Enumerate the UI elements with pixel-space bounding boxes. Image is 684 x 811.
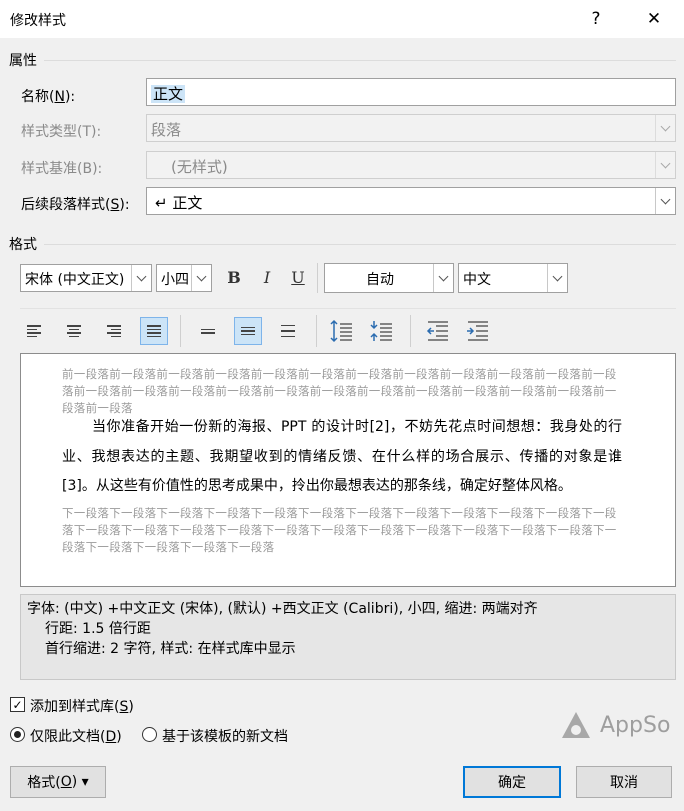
chevron-down-icon: [655, 152, 675, 178]
language-value: 中文: [463, 272, 491, 288]
description-line-font: 字体: (中文) +中文正文 (宋体), (默认) +西文正文 (Calibri…: [27, 601, 538, 617]
increase-indent-icon[interactable]: [464, 317, 492, 345]
appso-logo-text: AppSo: [600, 712, 671, 738]
toolbar-separator: [180, 315, 181, 347]
single-spacing-icon[interactable]: [194, 317, 222, 345]
toolbar-divider: [20, 308, 676, 309]
new-docs-from-template-radio[interactable]: [142, 727, 157, 742]
appso-logo: AppSo: [560, 710, 670, 740]
sample-paragraph-preview: 当你准备开始一份新的海报、PPT 的设计时[2]，不妨先花点时间想想：我身处的行…: [62, 419, 622, 494]
style-based-value: (无样式): [171, 158, 228, 176]
chevron-down-icon: [131, 265, 151, 291]
decrease-spacing-icon[interactable]: [368, 317, 396, 345]
following-style-value: ↵ 正文: [155, 194, 203, 212]
add-to-gallery-checkbox[interactable]: ✓: [10, 697, 25, 712]
following-style-label: 后续段落样式(S):: [21, 197, 130, 213]
style-type-dropdown: 段落: [146, 114, 676, 142]
decrease-indent-icon[interactable]: [424, 317, 452, 345]
appso-logo-icon: [562, 712, 590, 738]
new-docs-from-template-label[interactable]: 基于该模板的新文档: [162, 726, 288, 746]
chevron-down-icon: [433, 264, 453, 292]
checkmark-icon: ✓: [12, 697, 23, 712]
align-center-icon[interactable]: [60, 317, 88, 345]
style-type-value: 段落: [151, 121, 182, 139]
font-color-dropdown[interactable]: 自动: [324, 263, 454, 293]
properties-section-label: 属性: [9, 53, 37, 69]
format-menu-button[interactable]: 格式(O) ▾: [10, 766, 106, 798]
language-dropdown[interactable]: 中文: [458, 263, 568, 293]
one-half-spacing-icon[interactable]: [234, 317, 262, 345]
cancel-button[interactable]: 取消: [576, 766, 672, 798]
following-style-dropdown[interactable]: ↵ 正文: [146, 187, 676, 215]
chevron-down-icon: [547, 264, 567, 292]
bold-button[interactable]: B: [221, 265, 247, 291]
font-name-dropdown[interactable]: 宋体 (中文正文): [20, 264, 152, 292]
only-this-document-label[interactable]: 仅限此文档(D): [30, 726, 122, 746]
properties-divider: [44, 60, 676, 61]
name-value: 正文: [151, 85, 186, 103]
format-section-label: 格式: [9, 237, 37, 253]
name-input[interactable]: 正文: [146, 78, 676, 106]
toolbar-separator: [410, 315, 411, 347]
add-to-gallery-label[interactable]: 添加到样式库(S): [30, 696, 134, 716]
chevron-down-icon: [655, 115, 675, 141]
dialog-title: 修改样式: [10, 13, 66, 29]
only-this-document-radio[interactable]: [10, 727, 25, 742]
font-size-dropdown[interactable]: 小四: [156, 264, 212, 292]
description-line-indent: 首行缩进: 2 字符, 样式: 在样式库中显示: [45, 641, 296, 657]
chevron-down-icon: [655, 188, 675, 214]
style-description: 字体: (中文) +中文正文 (宋体), (默认) +西文正文 (Calibri…: [20, 594, 676, 680]
align-left-icon[interactable]: [20, 317, 48, 345]
font-size-value: 小四: [161, 272, 189, 288]
toolbar-separator: [317, 263, 318, 293]
description-line-spacing: 行距: 1.5 倍行距: [45, 621, 151, 637]
chevron-down-icon: [191, 265, 211, 291]
align-justify-icon[interactable]: [140, 317, 168, 345]
font-color-value: 自动: [366, 272, 394, 288]
style-based-dropdown: (无样式): [146, 151, 676, 179]
increase-spacing-icon[interactable]: [328, 317, 356, 345]
align-right-icon[interactable]: [100, 317, 128, 345]
toolbar-separator: [316, 315, 317, 347]
double-spacing-icon[interactable]: [274, 317, 302, 345]
ok-button[interactable]: 确定: [463, 766, 561, 798]
name-label: 名称(N):: [21, 89, 76, 105]
format-divider: [44, 244, 676, 245]
next-paragraph-preview: 下一段落下一段落下一段落下一段落下一段落下一段落下一段落下一段落下一段落下一段落…: [62, 506, 617, 554]
italic-button[interactable]: I: [254, 265, 280, 291]
close-button[interactable]: ✕: [634, 4, 674, 34]
style-type-label: 样式类型(T):: [21, 124, 102, 140]
previous-paragraph-preview: 前一段落前一段落前一段落前一段落前一段落前一段落前一段落前一段落前一段落前一段落…: [62, 367, 617, 415]
help-button[interactable]: ?: [576, 4, 616, 34]
style-preview: 前一段落前一段落前一段落前一段落前一段落前一段落前一段落前一段落前一段落前一段落…: [20, 353, 676, 587]
style-based-label: 样式基准(B):: [21, 161, 103, 177]
underline-button[interactable]: U: [285, 265, 311, 291]
font-name-value: 宋体 (中文正文): [25, 272, 125, 288]
